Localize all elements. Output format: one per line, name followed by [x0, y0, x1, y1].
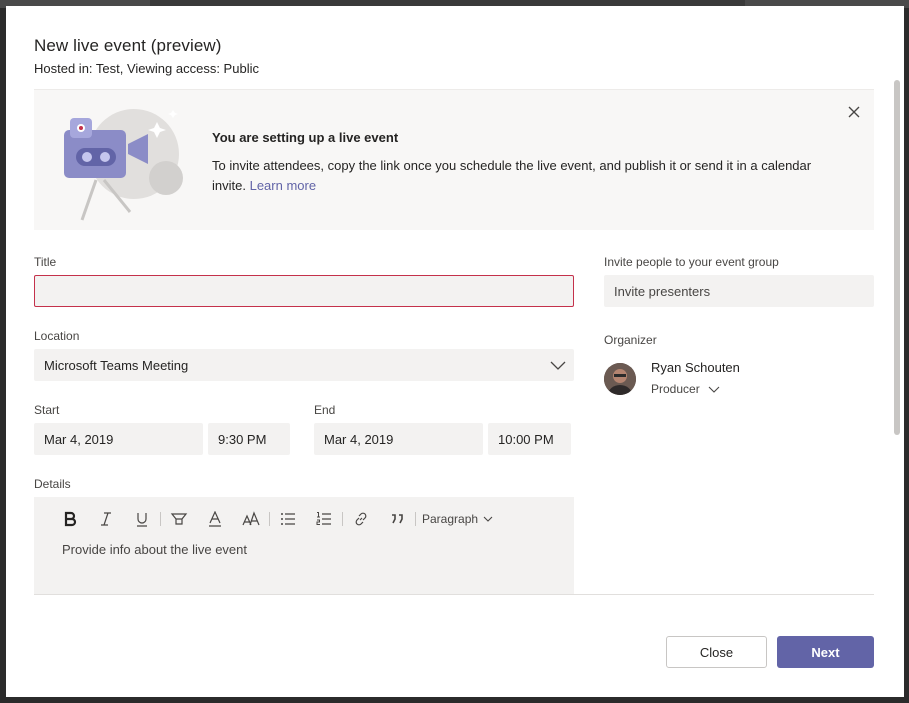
dialog-subtitle: Hosted in: Test, Viewing access: Public [34, 61, 259, 76]
start-time-picker[interactable]: 9:30 PM [208, 423, 290, 455]
scrollbar[interactable] [894, 80, 900, 435]
banner-heading: You are setting up a live event [212, 130, 399, 145]
learn-more-link[interactable]: Learn more [250, 178, 316, 193]
next-button[interactable]: Next [777, 636, 874, 668]
new-live-event-dialog: New live event (preview) Hosted in: Test… [6, 6, 904, 697]
font-color-icon[interactable] [197, 509, 233, 529]
link-icon[interactable] [343, 509, 379, 529]
invite-presenters-input[interactable]: Invite presenters [604, 275, 874, 307]
underline-icon[interactable] [124, 509, 160, 529]
title-label: Title [34, 255, 57, 269]
dialog-title: New live event (preview) [34, 36, 222, 55]
details-placeholder: Provide info about the live event [62, 542, 248, 557]
italic-icon[interactable] [88, 509, 124, 529]
chevron-down-icon [550, 361, 566, 370]
numbered-list-icon[interactable] [306, 509, 342, 529]
close-icon[interactable] [844, 102, 864, 122]
info-banner: You are setting up a live event To invit… [34, 89, 874, 230]
location-value: Microsoft Teams Meeting [44, 357, 189, 373]
footer-divider [34, 594, 874, 595]
paragraph-style-label: Paragraph [422, 512, 479, 526]
details-label: Details [34, 477, 71, 491]
highlight-icon[interactable] [161, 509, 197, 529]
bold-icon[interactable] [52, 509, 88, 529]
start-label: Start [34, 403, 60, 417]
location-label: Location [34, 329, 80, 343]
organizer-label: Organizer [604, 333, 657, 347]
banner-text: To invite attendees, copy the link once … [212, 156, 832, 196]
end-date-picker[interactable]: Mar 4, 2019 [314, 423, 483, 455]
invite-label: Invite people to your event group [604, 255, 779, 269]
title-input[interactable] [34, 275, 574, 307]
end-label: End [314, 403, 336, 417]
close-button[interactable]: Close [666, 636, 767, 668]
live-event-camera-illustration [64, 109, 183, 221]
location-dropdown[interactable]: Microsoft Teams Meeting [34, 349, 574, 381]
font-size-icon[interactable] [233, 509, 269, 529]
chevron-down-icon [708, 386, 720, 393]
quote-icon[interactable] [379, 509, 415, 529]
end-time-picker[interactable]: 10:00 PM [488, 423, 571, 455]
organizer-name: Ryan Schouten [651, 360, 740, 375]
organizer-role: Producer [651, 382, 700, 396]
avatar [604, 363, 636, 395]
formatting-toolbar: Paragraph [52, 509, 499, 529]
chevron-down-icon [483, 516, 493, 522]
details-editor[interactable]: Paragraph Provide info about the live ev… [34, 497, 574, 594]
bulleted-list-icon[interactable] [270, 509, 306, 529]
paragraph-style-dropdown[interactable]: Paragraph [416, 512, 499, 526]
organizer-role-dropdown[interactable]: Producer [651, 382, 720, 396]
start-date-picker[interactable]: Mar 4, 2019 [34, 423, 203, 455]
